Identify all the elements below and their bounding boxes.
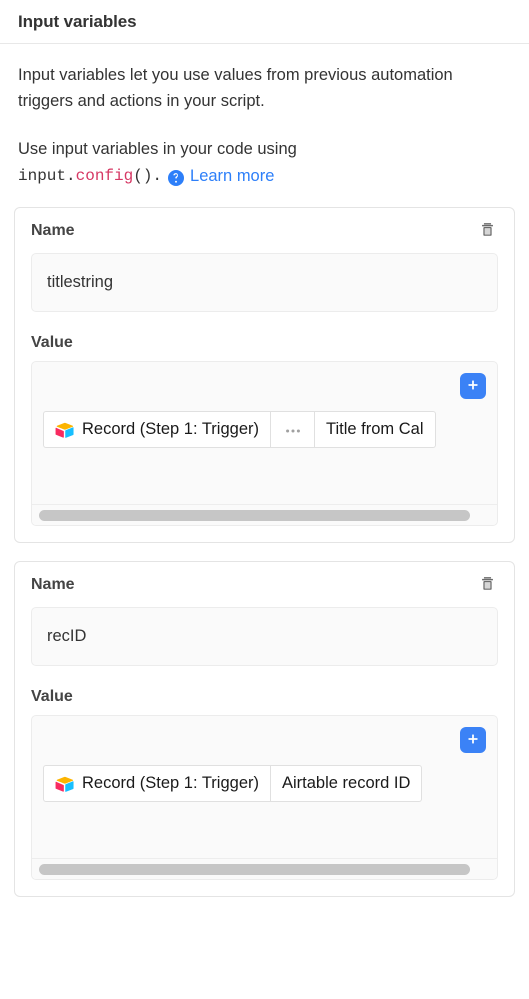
intro-paragraph-2-text: Use input variables in your code using [18,140,297,158]
horizontal-scrollbar[interactable] [32,858,497,879]
learn-more-link[interactable]: Learn more [190,163,274,189]
intro-paragraph-1: Input variables let you use values from … [18,66,453,110]
code-suffix: (). [133,167,163,185]
code-function: config [75,167,134,185]
plus-icon [466,378,480,395]
name-label: Name [31,222,75,239]
airtable-record-icon [55,422,74,438]
airtable-record-icon [55,776,74,792]
name-label: Name [31,576,75,593]
token-field-label: Title from Cal [326,420,424,438]
variable-name-input[interactable] [31,607,498,666]
code-snippet: input.config(). [18,166,163,185]
trash-icon [480,576,495,594]
intro-paragraph-2: Use input variables in your code using i… [18,136,490,189]
panel-header: Input variables [0,0,529,44]
token-source-chip[interactable]: Record (Step 1: Trigger) [43,765,271,802]
name-label-row: Name [31,576,498,598]
question-circle-icon [168,168,185,186]
intro-section: Input variables let you use values from … [0,44,529,189]
variable-cards-list: Name Value Record (Step 1: Trigger) [0,189,529,897]
token-field-chip[interactable]: Airtable record ID [271,765,423,802]
add-token-button[interactable] [460,727,486,753]
page-title: Input variables [18,11,137,31]
code-object: input. [18,167,76,185]
add-token-button[interactable] [460,373,486,399]
token-field-label: Airtable record ID [282,774,411,792]
variable-name-input[interactable] [31,253,498,312]
input-variables-panel: Input variables Input variables let you … [0,0,529,999]
delete-variable-button[interactable] [476,220,498,242]
ellipsis-icon [284,421,302,439]
token-chip-row[interactable]: Record (Step 1: Trigger) Airtable record… [43,765,423,802]
token-source-chip[interactable]: Record (Step 1: Trigger) [43,411,271,448]
scrollbar-thumb[interactable] [39,509,470,521]
token-source-label: Record (Step 1: Trigger) [82,774,259,792]
name-label-row: Name [31,222,498,244]
value-editor[interactable]: Record (Step 1: Trigger) Title from Cal [31,361,498,526]
token-field-chip[interactable]: Title from Cal [315,411,436,448]
token-source-label: Record (Step 1: Trigger) [82,420,259,438]
horizontal-scrollbar[interactable] [32,504,497,525]
learn-more-group[interactable]: Learn more [168,163,274,189]
value-label: Value [31,688,73,705]
token-chip-row[interactable]: Record (Step 1: Trigger) Title from Cal [43,411,436,448]
trash-icon [480,222,495,240]
value-canvas[interactable]: Record (Step 1: Trigger) Title from Cal [32,362,497,504]
value-label: Value [31,334,73,351]
value-canvas[interactable]: Record (Step 1: Trigger) Airtable record… [32,716,497,858]
token-more-button[interactable] [271,411,315,448]
plus-icon [466,732,480,749]
variable-card: Name Value Record (Step 1: Trigger) [14,561,515,897]
scrollbar-thumb[interactable] [39,863,470,875]
variable-card: Name Value Record (Step 1: Trigger) [14,207,515,543]
value-editor[interactable]: Record (Step 1: Trigger) Airtable record… [31,715,498,880]
delete-variable-button[interactable] [476,574,498,596]
